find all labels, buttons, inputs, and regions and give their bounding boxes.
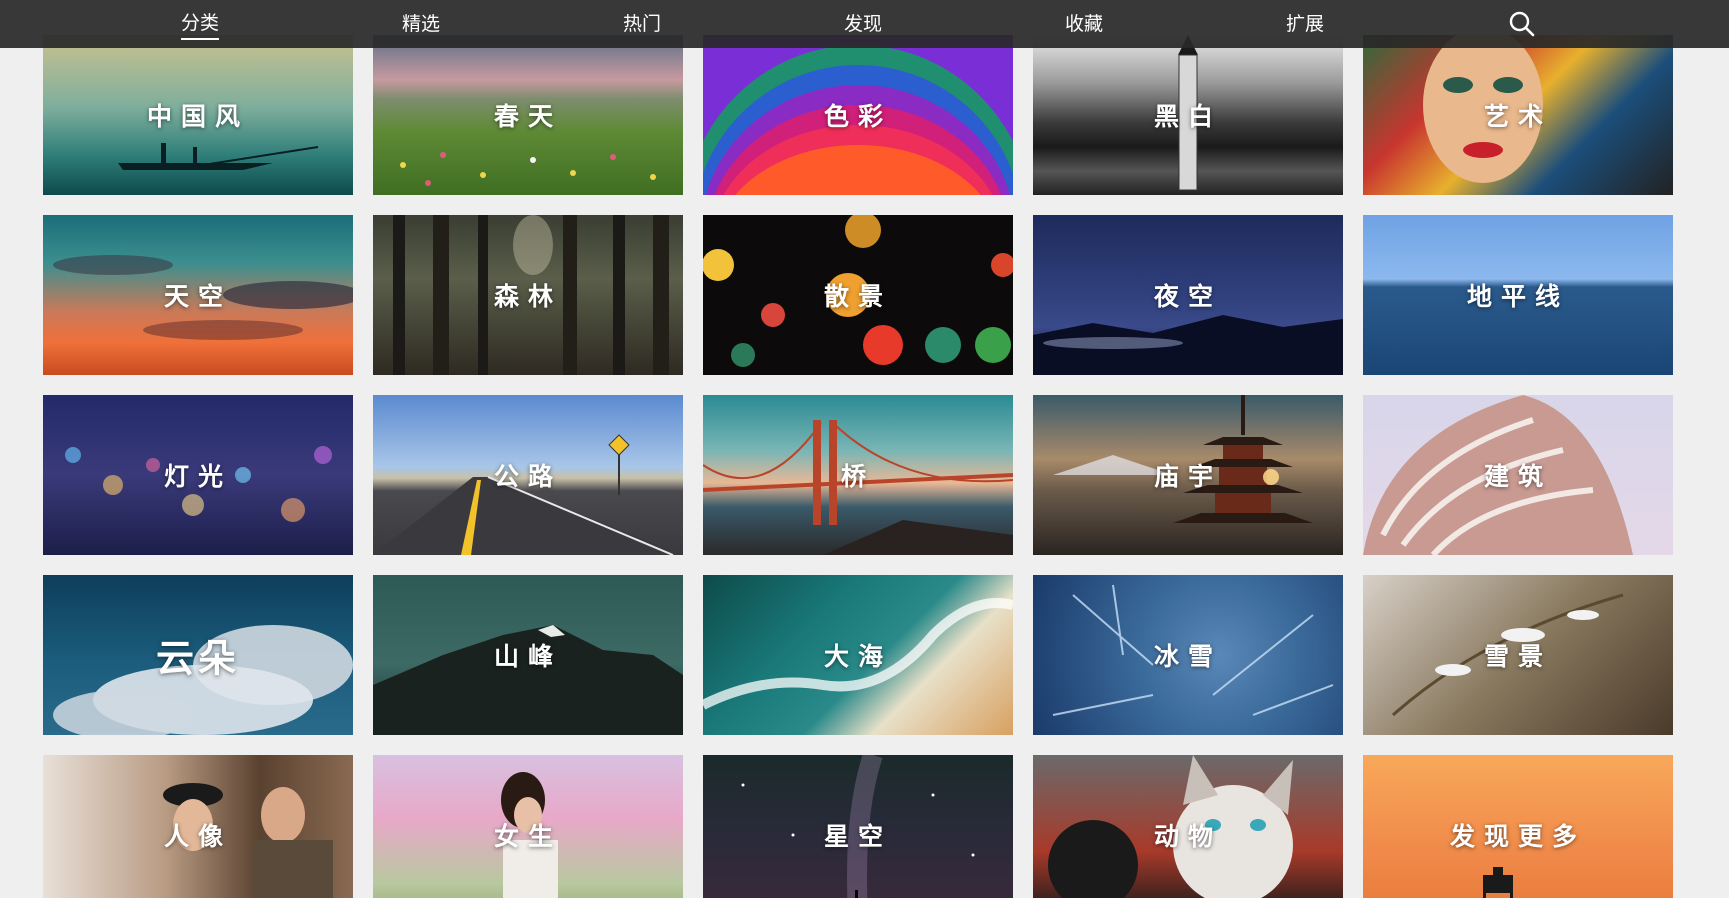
tile-label: 地平线 — [1466, 282, 1569, 311]
category-tile-girls[interactable]: 女生 — [373, 755, 683, 898]
tile-label: 森林 — [493, 282, 562, 311]
category-tile-mountains[interactable]: 山峰 — [373, 575, 683, 735]
tile-label: 女生 — [493, 822, 562, 851]
tile-label: 公路 — [493, 462, 562, 491]
category-tile-forest[interactable]: 森林 — [373, 215, 683, 375]
category-tile-bokeh[interactable]: 散景 — [703, 215, 1013, 375]
category-tile-sky[interactable]: 天空 — [43, 215, 353, 375]
nav-item-featured[interactable]: 精选 — [402, 10, 440, 38]
tile-label: 建筑 — [1483, 462, 1552, 491]
tile-label: 夜空 — [1153, 282, 1222, 311]
tile-label: 发现更多 — [1449, 822, 1586, 851]
category-tile-road[interactable]: 公路 — [373, 395, 683, 555]
tile-label: 星空 — [823, 822, 892, 851]
tile-label: 云朵 — [155, 636, 240, 681]
tile-label: 天空 — [163, 282, 232, 311]
tile-label: 山峰 — [493, 642, 562, 671]
category-tile-bridge[interactable]: 桥 — [703, 395, 1013, 555]
tile-label: 人像 — [163, 822, 232, 851]
category-tile-portrait[interactable]: 人像 — [43, 755, 353, 898]
category-tile-chinese-style[interactable]: 中国风 — [43, 35, 353, 195]
category-tile-animals[interactable]: 动物 — [1033, 755, 1343, 898]
tile-label: 灯光 — [163, 462, 232, 491]
category-tile-discover-more[interactable]: 发现更多 — [1363, 755, 1673, 898]
category-tile-starry-sky[interactable]: 星空 — [703, 755, 1013, 898]
tile-label: 色彩 — [823, 102, 892, 131]
search-icon[interactable] — [1508, 10, 1536, 38]
tile-label: 散景 — [823, 282, 892, 311]
category-tile-lights[interactable]: 灯光 — [43, 395, 353, 555]
top-nav-bar: 分类 精选 热门 发现 收藏 扩展 — [0, 0, 1729, 48]
category-tile-art[interactable]: 艺术 — [1363, 35, 1673, 195]
category-tile-clouds[interactable]: 云朵 — [43, 575, 353, 735]
category-tile-black-white[interactable]: 黑白 — [1033, 35, 1343, 195]
nav-item-extensions[interactable]: 扩展 — [1286, 10, 1324, 38]
tile-label: 中国风 — [146, 102, 249, 131]
tile-label: 大海 — [823, 642, 892, 671]
category-tile-night-sky[interactable]: 夜空 — [1033, 215, 1343, 375]
nav-item-popular[interactable]: 热门 — [623, 10, 661, 38]
tile-label: 桥 — [840, 462, 875, 491]
category-tile-spring[interactable]: 春天 — [373, 35, 683, 195]
category-tile-colors[interactable]: 色彩 — [703, 35, 1013, 195]
nav-item-favorites[interactable]: 收藏 — [1065, 10, 1103, 38]
category-tile-horizon[interactable]: 地平线 — [1363, 215, 1673, 375]
tile-label: 冰雪 — [1153, 642, 1222, 671]
nav-item-categories[interactable]: 分类 — [181, 10, 220, 40]
tile-label: 春天 — [493, 102, 562, 131]
tile-label: 动物 — [1153, 822, 1222, 851]
category-tile-ice-snow[interactable]: 冰雪 — [1033, 575, 1343, 735]
tile-label: 艺术 — [1483, 102, 1552, 131]
category-tile-temple[interactable]: 庙宇 — [1033, 395, 1343, 555]
tile-label: 黑白 — [1153, 102, 1222, 131]
category-tile-snow-scene[interactable]: 雪景 — [1363, 575, 1673, 735]
app-viewport: 分类 精选 热门 发现 收藏 扩展 中国风 春天 色彩 黑白 艺术 天空 森林 … — [0, 0, 1729, 898]
category-tile-ocean[interactable]: 大海 — [703, 575, 1013, 735]
category-tile-architecture[interactable]: 建筑 — [1363, 395, 1673, 555]
nav-item-discover[interactable]: 发现 — [844, 10, 882, 38]
tile-label: 雪景 — [1483, 642, 1552, 671]
tile-label: 庙宇 — [1153, 462, 1222, 491]
